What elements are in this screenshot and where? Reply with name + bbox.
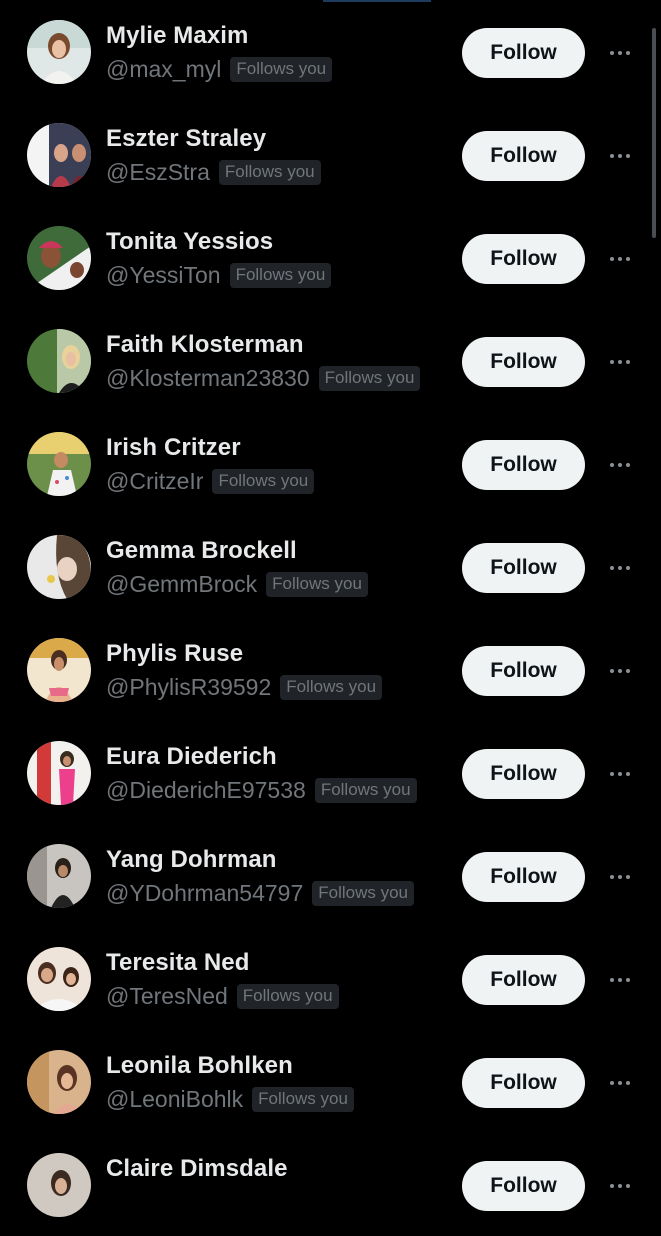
follow-button[interactable]: Follow (462, 543, 585, 593)
user-name[interactable]: Gemma Brockell (106, 537, 297, 565)
more-options-icon[interactable] (604, 246, 636, 272)
follow-button[interactable]: Follow (462, 28, 585, 78)
user-subline: @Klosterman23830 Follows you (106, 365, 421, 392)
user-subline: @TeresNed Follows you (106, 983, 339, 1010)
user-handle[interactable]: @EszStra (106, 159, 210, 186)
user-subline: @PhylisR39592 Follows you (106, 674, 383, 701)
user-name[interactable]: Eszter Straley (106, 125, 266, 153)
follows-you-badge: Follows you (230, 57, 333, 82)
list-item[interactable]: Eszter Straley @EszStra Follows you Foll… (0, 103, 661, 206)
more-options-icon[interactable] (604, 761, 636, 787)
follow-button[interactable]: Follow (462, 749, 585, 799)
user-subline: @EszStra Follows you (106, 159, 321, 186)
avatar[interactable] (27, 432, 91, 496)
user-subline: @YDohrman54797 Follows you (106, 880, 415, 907)
follows-you-badge: Follows you (318, 366, 421, 391)
follow-button[interactable]: Follow (462, 646, 585, 696)
list-item[interactable]: Eura Diederich @DiederichE97538 Follows … (0, 721, 661, 824)
more-options-icon[interactable] (604, 555, 636, 581)
follows-you-badge: Follows you (280, 675, 383, 700)
user-handle[interactable]: @DiederichE97538 (106, 777, 306, 804)
user-handle[interactable]: @PhylisR39592 (106, 674, 271, 701)
user-subline: @DiederichE97538 Follows you (106, 777, 417, 804)
list-item[interactable]: Leonila Bohlken @LeoniBohlk Follows you … (0, 1030, 661, 1133)
more-options-icon[interactable] (604, 967, 636, 993)
follows-you-badge: Follows you (266, 572, 368, 597)
list-item[interactable]: Faith Klosterman @Klosterman23830 Follow… (0, 309, 661, 412)
avatar[interactable] (27, 329, 91, 393)
avatar[interactable] (27, 226, 91, 290)
follows-you-badge: Follows you (252, 1087, 354, 1112)
avatar[interactable] (27, 1050, 91, 1114)
follows-you-badge: Follows you (218, 160, 321, 185)
follows-you-badge: Follows you (212, 469, 315, 494)
follows-you-badge: Follows you (314, 778, 417, 803)
user-handle[interactable]: @YessiTon (106, 262, 221, 289)
follow-button[interactable]: Follow (462, 440, 585, 490)
more-options-icon[interactable] (604, 1173, 636, 1199)
avatar[interactable] (27, 844, 91, 908)
list-item[interactable]: Yang Dohrman @YDohrman54797 Follows you … (0, 824, 661, 927)
more-options-icon[interactable] (604, 349, 636, 375)
avatar[interactable] (27, 535, 91, 599)
user-name[interactable]: Phylis Ruse (106, 640, 243, 668)
user-handle[interactable]: @Klosterman23830 (106, 365, 310, 392)
more-options-icon[interactable] (604, 143, 636, 169)
user-name[interactable]: Mylie Maxim (106, 22, 249, 50)
user-subline: @GemmBrock Follows you (106, 571, 368, 598)
user-name[interactable]: Tonita Yessios (106, 228, 273, 256)
user-subline: @max_myl Follows you (106, 56, 333, 83)
follows-you-badge: Follows you (236, 984, 339, 1009)
list-item[interactable]: Claire Dimsdale Follow (0, 1133, 661, 1236)
list-item[interactable]: Irish Critzer @CritzeIr Follows you Foll… (0, 412, 661, 515)
user-name[interactable]: Leonila Bohlken (106, 1052, 293, 1080)
avatar[interactable] (27, 741, 91, 805)
avatar[interactable] (27, 1153, 91, 1217)
follow-button[interactable]: Follow (462, 234, 585, 284)
more-options-icon[interactable] (604, 40, 636, 66)
user-name[interactable]: Teresita Ned (106, 949, 249, 977)
user-name[interactable]: Eura Diederich (106, 743, 277, 771)
list-item[interactable]: Phylis Ruse @PhylisR39592 Follows you Fo… (0, 618, 661, 721)
follows-you-badge: Follows you (229, 263, 332, 288)
follow-button[interactable]: Follow (462, 1161, 585, 1211)
avatar[interactable] (27, 20, 91, 84)
user-handle[interactable]: @max_myl (106, 56, 221, 83)
avatar[interactable] (27, 123, 91, 187)
user-handle[interactable]: @CritzeIr (106, 468, 203, 495)
avatar[interactable] (27, 947, 91, 1011)
user-handle[interactable]: @TeresNed (106, 983, 228, 1010)
list-item[interactable]: Gemma Brockell @GemmBrock Follows you Fo… (0, 515, 661, 618)
follow-button[interactable]: Follow (462, 131, 585, 181)
list-item[interactable]: Mylie Maxim @max_myl Follows you Follow (0, 0, 661, 103)
follow-button[interactable]: Follow (462, 337, 585, 387)
list-item[interactable]: Tonita Yessios @YessiTon Follows you Fol… (0, 206, 661, 309)
avatar[interactable] (27, 638, 91, 702)
follows-you-badge: Follows you (312, 881, 415, 906)
user-handle[interactable]: @GemmBrock (106, 571, 257, 598)
user-handle[interactable]: @YDohrman54797 (106, 880, 303, 907)
user-subline: @LeoniBohlk Follows you (106, 1086, 354, 1113)
more-options-icon[interactable] (604, 452, 636, 478)
user-name[interactable]: Yang Dohrman (106, 846, 277, 874)
list-item[interactable]: Teresita Ned @TeresNed Follows you Follo… (0, 927, 661, 1030)
more-options-icon[interactable] (604, 864, 636, 890)
follow-button[interactable]: Follow (462, 955, 585, 1005)
user-handle[interactable]: @LeoniBohlk (106, 1086, 243, 1113)
user-name[interactable]: Faith Klosterman (106, 331, 304, 359)
more-options-icon[interactable] (604, 1070, 636, 1096)
user-name[interactable]: Irish Critzer (106, 434, 241, 462)
more-options-icon[interactable] (604, 658, 636, 684)
user-subline: @YessiTon Follows you (106, 262, 332, 289)
user-subline: @CritzeIr Follows you (106, 468, 315, 495)
follow-button[interactable]: Follow (462, 852, 585, 902)
user-name[interactable]: Claire Dimsdale (106, 1155, 288, 1183)
follow-button[interactable]: Follow (462, 1058, 585, 1108)
